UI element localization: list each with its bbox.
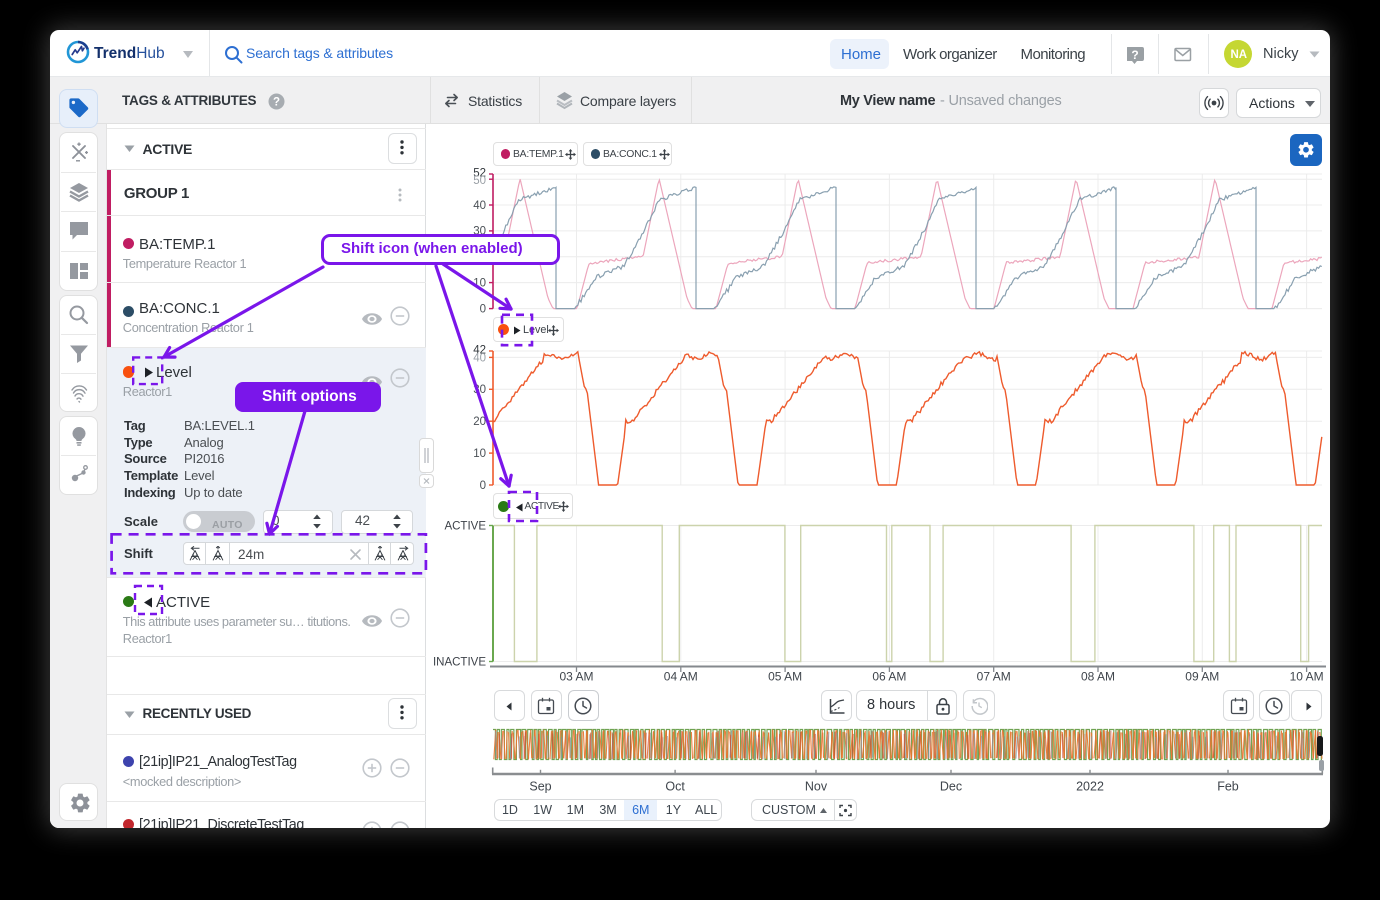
svg-text:06 AM: 06 AM — [872, 670, 906, 684]
svg-text:04 AM: 04 AM — [664, 670, 698, 684]
svg-text:07 AM: 07 AM — [977, 670, 1011, 684]
svg-text:Dec: Dec — [940, 780, 962, 794]
svg-text:20: 20 — [473, 416, 486, 428]
svg-text:INACTIVE: INACTIVE — [433, 657, 486, 669]
svg-text:03 AM: 03 AM — [559, 670, 593, 684]
svg-text:08 AM: 08 AM — [1081, 670, 1115, 684]
svg-text:50: 50 — [473, 175, 486, 187]
svg-text:Sep: Sep — [529, 780, 551, 794]
svg-text:40: 40 — [473, 200, 486, 212]
svg-text:0: 0 — [480, 480, 486, 492]
svg-text:Oct: Oct — [665, 780, 685, 794]
svg-text:10 AM: 10 AM — [1290, 670, 1324, 684]
svg-text:10: 10 — [473, 277, 486, 289]
svg-text:Nov: Nov — [805, 780, 828, 794]
svg-text:2022: 2022 — [1076, 780, 1104, 794]
svg-text:05 AM: 05 AM — [768, 670, 802, 684]
svg-text:30: 30 — [473, 384, 486, 396]
svg-text:40: 40 — [473, 353, 486, 365]
svg-text:09 AM: 09 AM — [1185, 670, 1219, 684]
svg-text:ACTIVE: ACTIVE — [444, 521, 486, 533]
svg-text:10: 10 — [473, 448, 486, 460]
svg-text:Feb: Feb — [1217, 780, 1239, 794]
svg-text:0: 0 — [480, 303, 486, 315]
